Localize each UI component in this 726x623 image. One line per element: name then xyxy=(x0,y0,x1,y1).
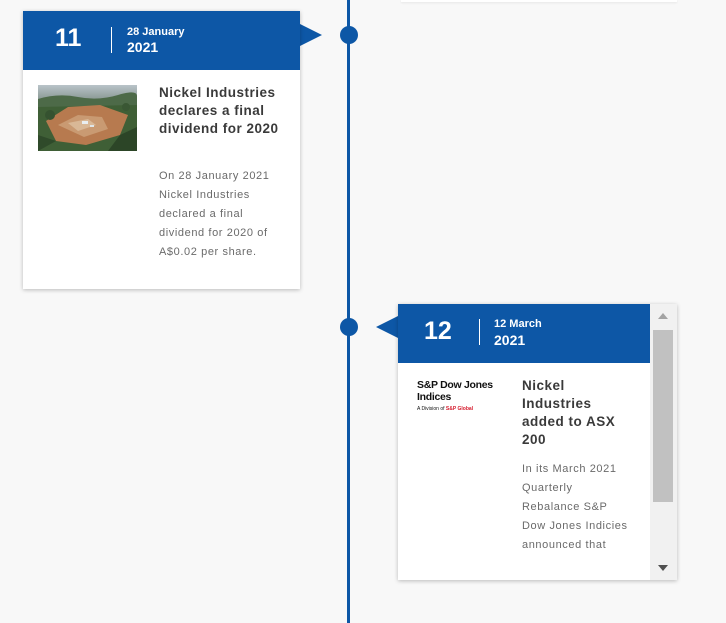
header-divider xyxy=(111,27,112,53)
header-divider xyxy=(479,319,480,345)
entry-date-day: 12 March xyxy=(494,318,542,330)
logo-sub-prefix: A Division of xyxy=(417,406,446,412)
entry-date-year: 2021 xyxy=(494,332,526,348)
card-pointer xyxy=(376,316,398,338)
entry-title: Nickel Industries added to ASX 200 xyxy=(522,378,616,447)
entry-number: 11 xyxy=(55,24,82,52)
timeline-card-11[interactable]: 11 28 January 2021 Nickel Industries dec… xyxy=(23,11,300,289)
entry-body: On 28 January 2021 Nickel Industries dec… xyxy=(159,170,270,258)
mine-site-photo xyxy=(38,85,137,151)
timeline-dot xyxy=(340,26,358,44)
card-header: 11 28 January 2021 xyxy=(23,11,300,70)
scroll-up-arrow-icon[interactable] xyxy=(651,307,675,325)
timeline-dot xyxy=(340,318,358,336)
entry-date-day: 28 January xyxy=(127,26,185,38)
sp-dow-jones-logo: S&P Dow Jones Indices A Division of S&P … xyxy=(417,380,503,416)
entry-date-year: 2021 xyxy=(127,39,159,55)
timeline-card-12[interactable]: 12 12 March 2021 S&P Dow Jones Indices A… xyxy=(398,304,677,580)
logo-text: S&P Dow Jones xyxy=(417,379,493,391)
entry-number: 12 xyxy=(424,317,452,345)
timeline-line xyxy=(347,0,350,623)
card-header: 12 12 March 2021 xyxy=(398,304,650,363)
previous-card-edge xyxy=(401,0,677,2)
scroll-down-arrow-icon[interactable] xyxy=(651,559,675,577)
entry-body: In its March 2021 Quarterly Rebalance S&… xyxy=(522,463,628,551)
entry-title: Nickel Industries declares a final divid… xyxy=(159,85,279,136)
logo-text: Indices xyxy=(417,391,452,403)
card-scrollbar[interactable] xyxy=(650,304,677,580)
logo-subtext: A Division of S&P Global xyxy=(417,406,473,412)
scroll-thumb[interactable] xyxy=(653,330,673,502)
card-pointer xyxy=(300,24,322,46)
logo-sub-brand: S&P Global xyxy=(445,406,474,412)
